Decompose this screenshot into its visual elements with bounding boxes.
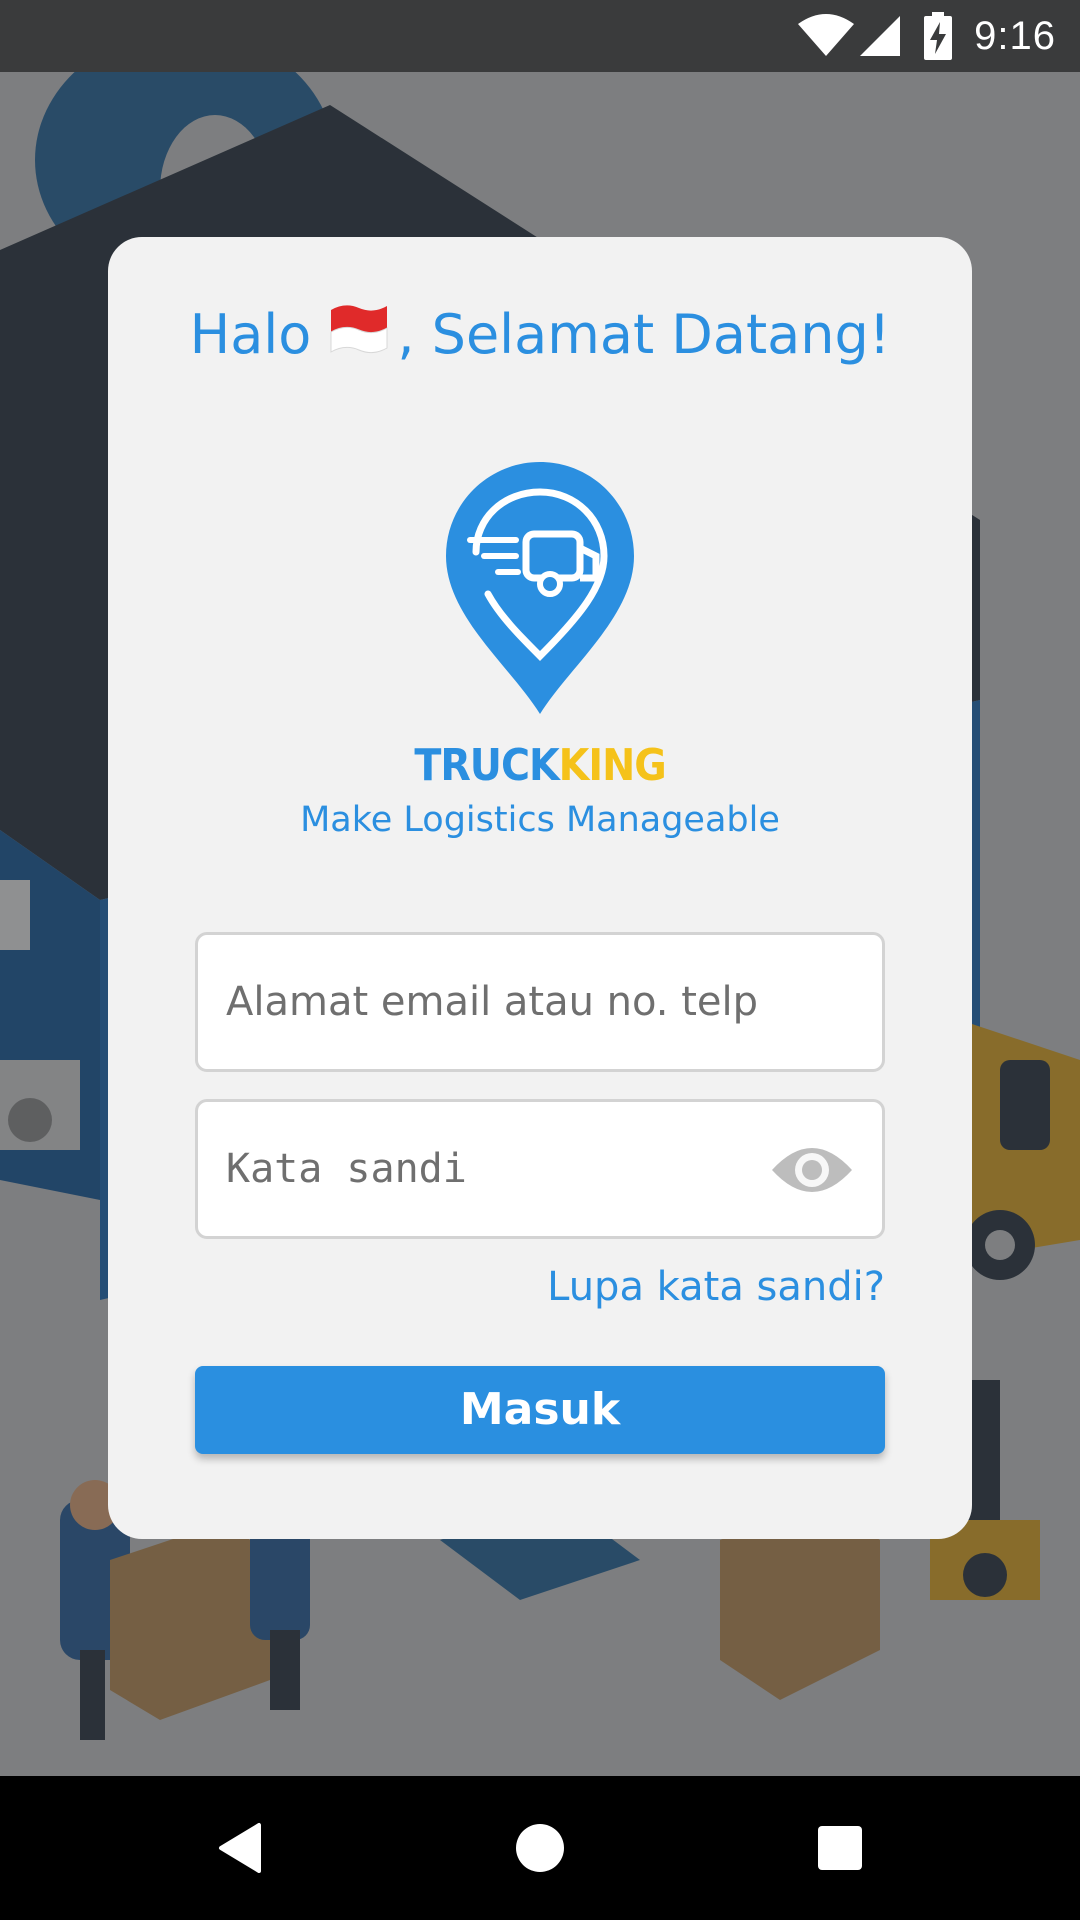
wifi-icon <box>798 14 855 56</box>
battery-charging-icon <box>924 12 953 60</box>
password-input[interactable] <box>226 1102 786 1236</box>
home-icon <box>516 1824 564 1872</box>
login-button[interactable]: Masuk <box>195 1366 885 1454</box>
eye-icon[interactable] <box>770 1140 854 1204</box>
greeting-suffix: , Selamat Datang! <box>397 303 891 366</box>
home-button[interactable] <box>460 1776 620 1920</box>
recents-button[interactable] <box>760 1776 920 1920</box>
brand-name-part2: KING <box>558 740 667 791</box>
email-field-container <box>195 932 885 1072</box>
indonesia-flag-icon <box>327 300 391 369</box>
password-field-container <box>195 1099 885 1239</box>
recents-icon <box>818 1826 862 1870</box>
back-button[interactable] <box>160 1776 320 1920</box>
brand-name-part1: TRUCK <box>414 740 559 791</box>
status-time: 9:16 <box>974 13 1056 58</box>
back-icon <box>219 1823 261 1873</box>
email-input[interactable] <box>226 935 786 1069</box>
greeting-title: Halo , Selamat Datang! <box>0 300 1080 369</box>
greeting-prefix: Halo <box>189 303 312 366</box>
brand-name: TRUCKKING <box>0 740 1080 791</box>
cell-signal-icon <box>860 16 901 56</box>
navigation-bar <box>0 1776 1080 1920</box>
status-bar: 9:16 <box>0 0 1080 72</box>
forgot-password-link[interactable]: Lupa kata sandi? <box>547 1264 885 1310</box>
status-icons: 9:16 <box>798 0 1056 72</box>
login-card <box>108 237 972 1539</box>
truckking-logo-icon <box>430 456 650 720</box>
brand-tagline: Make Logistics Manageable <box>300 800 780 840</box>
